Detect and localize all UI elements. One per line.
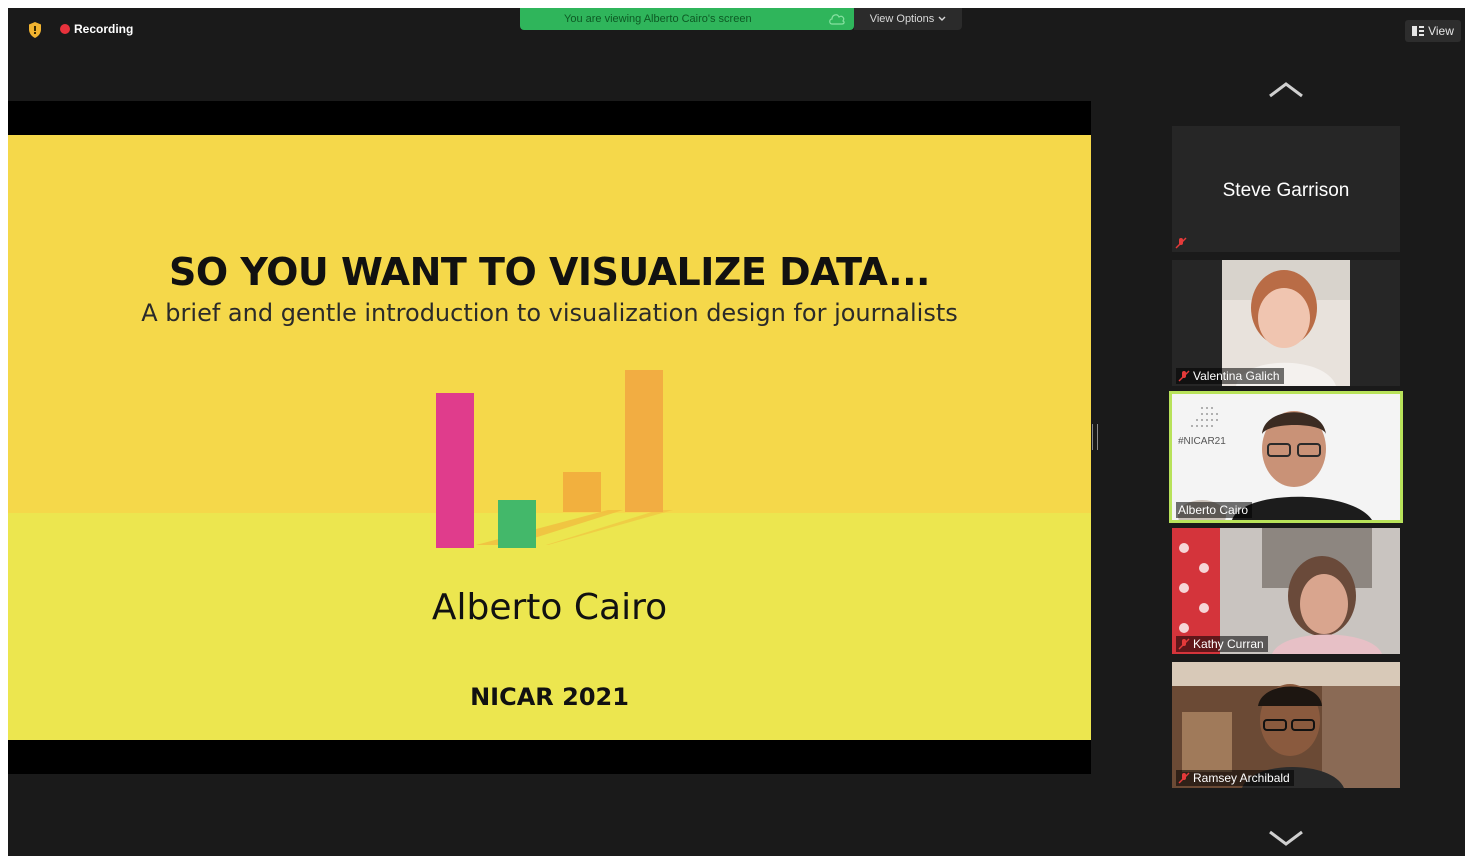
nicar-background-text: #NICAR21 [1178,436,1226,447]
participant-tile[interactable]: Steve Garrison [1172,126,1400,252]
slide-title: SO YOU WANT TO VISUALIZE DATA... [169,250,930,294]
participant-label: Alberto Cairo [1176,502,1253,518]
participant-tile[interactable]: Ramsey Archibald [1172,662,1400,788]
recording-dot-icon [60,24,70,34]
mic-muted-icon [1178,772,1190,784]
zoom-window: Recording You are viewing Alberto Cairo'… [8,8,1465,856]
slide-author: Alberto Cairo [431,587,668,628]
chevron-down-icon [938,16,946,21]
participant-name: Ramsey Archibald [1193,771,1290,785]
view-options-button[interactable]: View Options [854,8,962,30]
mic-muted-icon [1178,370,1190,382]
participant-name: Steve Garrison [1222,180,1350,201]
recording-label: Recording [74,22,134,36]
view-button[interactable]: View [1405,20,1461,42]
participant-name: Valentina Galich [1193,369,1280,383]
mic-muted-icon [1175,237,1187,249]
slide-event: NICAR 2021 [470,683,629,711]
participant-tile-active-speaker[interactable]: #NICAR21 Alberto Cairo [1169,391,1403,523]
shared-screen[interactable]: SO YOU WANT TO VISUALIZE DATA... A brief… [8,101,1091,774]
scroll-up-chevron-icon[interactable] [1266,80,1306,100]
participant-name: Kathy Curran [1193,637,1264,651]
cloud-icon [829,14,845,25]
viewing-banner-text: You are viewing Alberto Cairo's screen [564,13,752,25]
participant-name: Alberto Cairo [1178,503,1249,517]
participant-label: Kathy Curran [1176,636,1268,652]
view-options-label: View Options [869,13,935,25]
participant-label: Valentina Galich [1176,368,1284,384]
recording-indicator[interactable]: Recording [60,22,133,36]
participant-tile[interactable]: Kathy Curran [1172,528,1400,654]
scroll-down-chevron-icon[interactable] [1266,828,1306,848]
participant-label: Ramsey Archibald [1176,770,1294,786]
viewing-screen-banner: You are viewing Alberto Cairo's screen [520,8,854,30]
view-label: View [1428,24,1454,38]
presentation-slide: SO YOU WANT TO VISUALIZE DATA... A brief… [8,135,1091,740]
security-shield-icon[interactable] [28,22,42,38]
participant-tile[interactable]: Valentina Galich [1172,260,1400,386]
mic-muted-icon [1178,638,1190,650]
bar-chart-logo-icon [436,370,673,548]
slide-subtitle: A brief and gentle introduction to visua… [141,299,958,327]
gallery-view-icon [1412,26,1425,36]
split-resize-handle[interactable] [1092,424,1098,450]
